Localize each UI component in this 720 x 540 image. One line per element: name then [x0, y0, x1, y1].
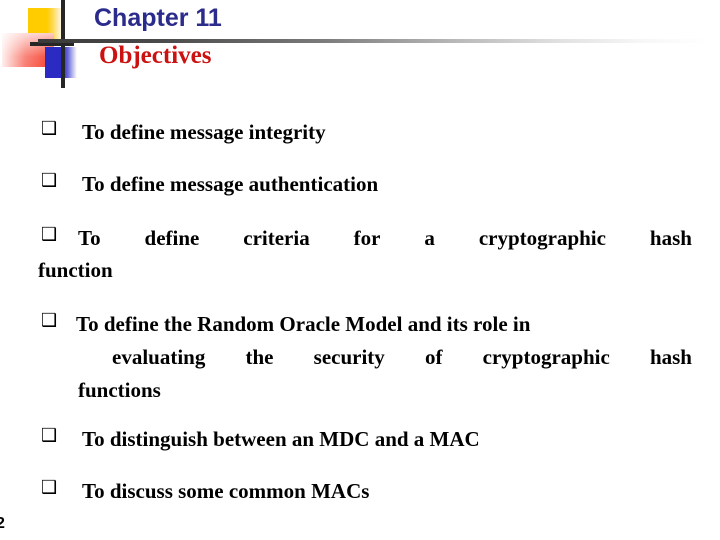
- vertical-accent-bar: [61, 0, 65, 88]
- list-item-text: evaluating the security of cryptographic hash: [112, 347, 692, 368]
- objectives-subtitle: Objectives: [99, 42, 212, 69]
- word: hash: [649, 345, 692, 369]
- bullet-square-icon: ❑: [41, 170, 58, 191]
- chapter-title: Chapter 11: [94, 4, 222, 32]
- list-item-text: To define message authentication: [82, 172, 379, 196]
- list-item-text: functions: [78, 378, 161, 402]
- list-item-text: To define message integrity: [82, 120, 326, 144]
- list-item-text: To define criteria for a cryptographic hash: [78, 228, 692, 249]
- word: hash: [649, 226, 692, 250]
- word: criteria: [243, 226, 310, 250]
- bullet-square-icon: ❑: [41, 118, 58, 139]
- list-item-text: To distinguish between an MDC and a MAC: [82, 427, 480, 451]
- word: a: [424, 226, 435, 250]
- bullet-square-icon: ❑: [41, 425, 58, 446]
- bullet-square-icon: ❑: [41, 477, 58, 498]
- word: cryptographic: [478, 226, 606, 250]
- list-item-text: To define the Random Oracle Model and it…: [76, 312, 531, 336]
- page-number: 2: [0, 515, 5, 532]
- bullet-square-icon: ❑: [41, 224, 58, 245]
- word: evaluating: [112, 345, 206, 369]
- word: cryptographic: [482, 345, 610, 369]
- word: of: [424, 345, 443, 369]
- slide-canvas: Chapter 11 Objectives ❑ To define message…: [0, 0, 720, 540]
- word: security: [313, 345, 385, 369]
- list-item-text: To discuss some common MACs: [82, 479, 370, 503]
- list-item-text: function: [38, 258, 113, 282]
- word: the: [245, 345, 274, 369]
- word: for: [353, 226, 381, 250]
- word: define: [144, 226, 200, 250]
- word: To: [78, 226, 101, 250]
- bullet-square-icon: ❑: [41, 310, 58, 331]
